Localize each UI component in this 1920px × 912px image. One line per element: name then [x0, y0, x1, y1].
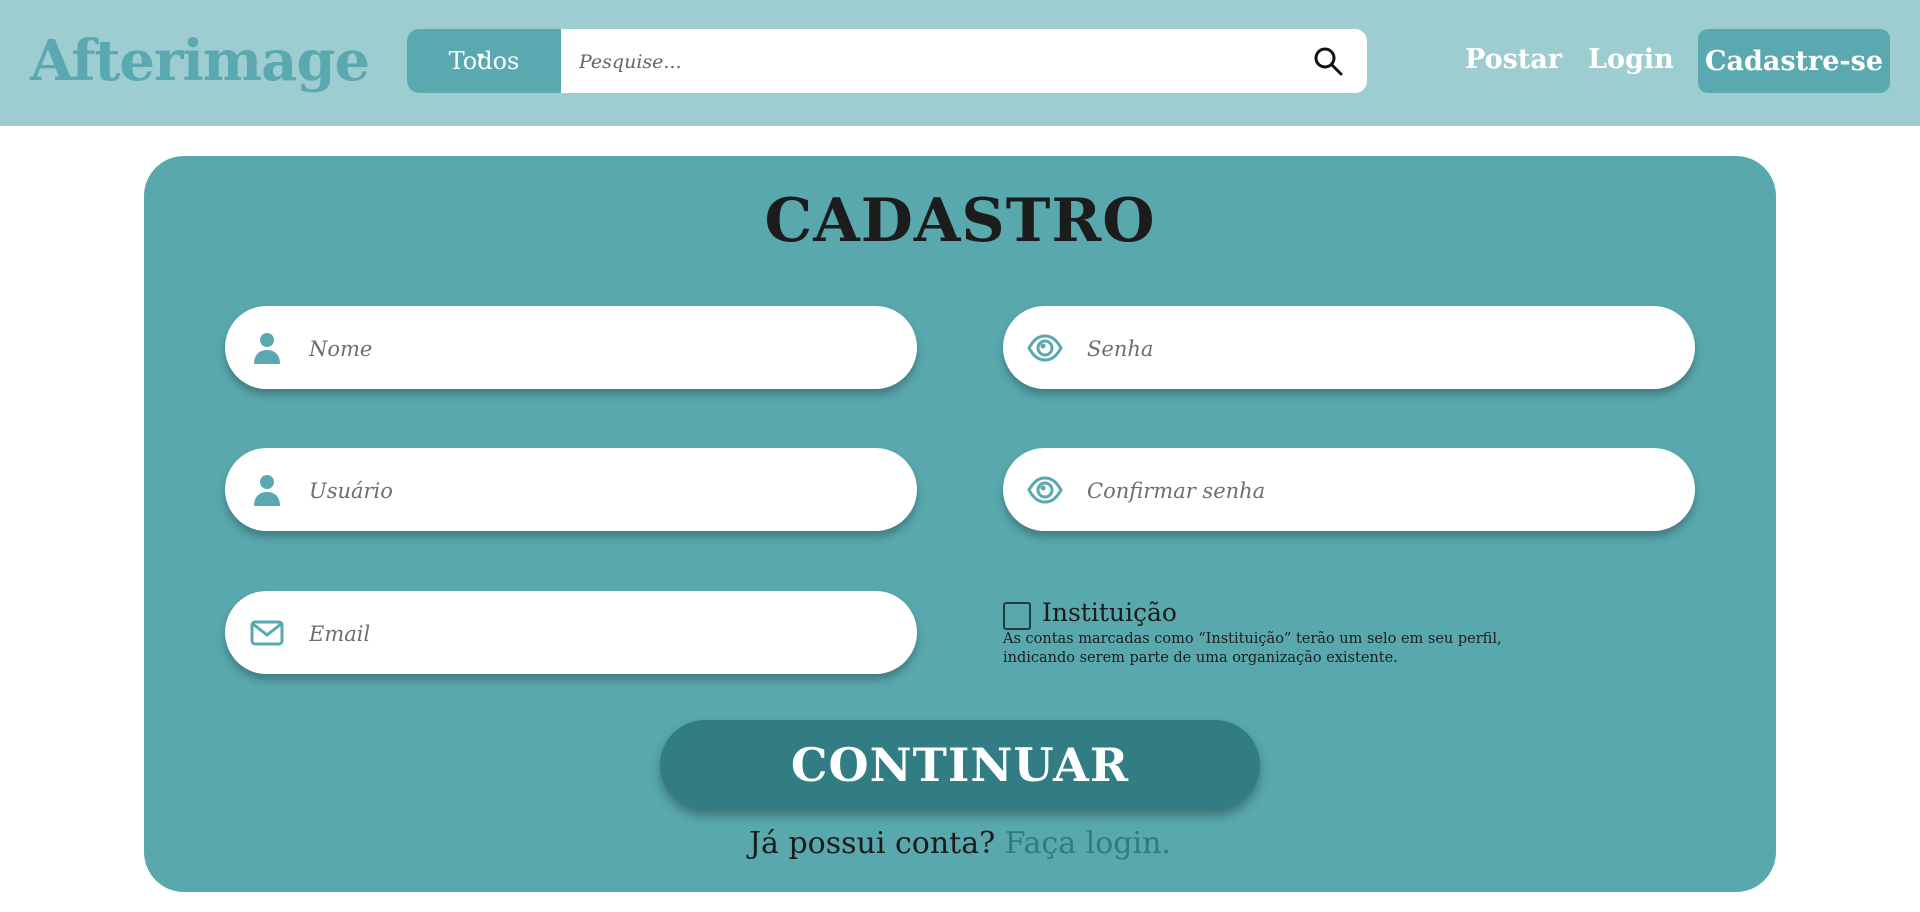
confirm-password-input[interactable] [1085, 448, 1669, 533]
email-input[interactable] [307, 591, 891, 676]
login-prompt-line: Já possui conta? Faça login. [0, 826, 1920, 861]
user-icon [254, 475, 280, 506]
header: Afterimage Todos ▾ Postar Login Cadastre… [0, 0, 1920, 126]
name-field[interactable] [225, 306, 917, 391]
institution-label[interactable]: Instituição [1042, 598, 1177, 627]
user-icon [254, 333, 280, 364]
page-title: CADASTRO [764, 186, 1156, 256]
login-link[interactable]: Faça login. [1005, 826, 1171, 861]
logo[interactable]: Afterimage [30, 28, 370, 94]
search-input[interactable] [577, 29, 1281, 93]
search-icon[interactable] [1313, 46, 1343, 76]
email-icon [250, 620, 284, 646]
nav-login-link[interactable]: Login [1588, 44, 1674, 75]
institution-checkbox[interactable] [1003, 602, 1031, 630]
search-bar: Todos ▾ [407, 29, 1367, 93]
nav-signup-button[interactable]: Cadastre-se [1698, 29, 1890, 93]
nav-post-link[interactable]: Postar [1465, 44, 1562, 75]
eye-icon[interactable] [1027, 330, 1063, 366]
username-field[interactable] [225, 448, 917, 533]
login-prompt-text: Já possui conta? [749, 826, 996, 861]
password-input[interactable] [1085, 306, 1669, 391]
institution-note: As contas marcadas como “Instituição” te… [1003, 631, 1502, 666]
email-field[interactable] [225, 591, 917, 676]
continue-button[interactable]: CONTINUAR [660, 720, 1260, 810]
eye-icon[interactable] [1027, 472, 1063, 508]
search-category-select[interactable]: Todos ▾ [407, 29, 561, 93]
username-input[interactable] [307, 448, 891, 533]
confirm-password-field[interactable] [1003, 448, 1695, 533]
chevron-down-icon: ▾ [477, 49, 485, 65]
name-input[interactable] [307, 306, 891, 391]
password-field[interactable] [1003, 306, 1695, 391]
